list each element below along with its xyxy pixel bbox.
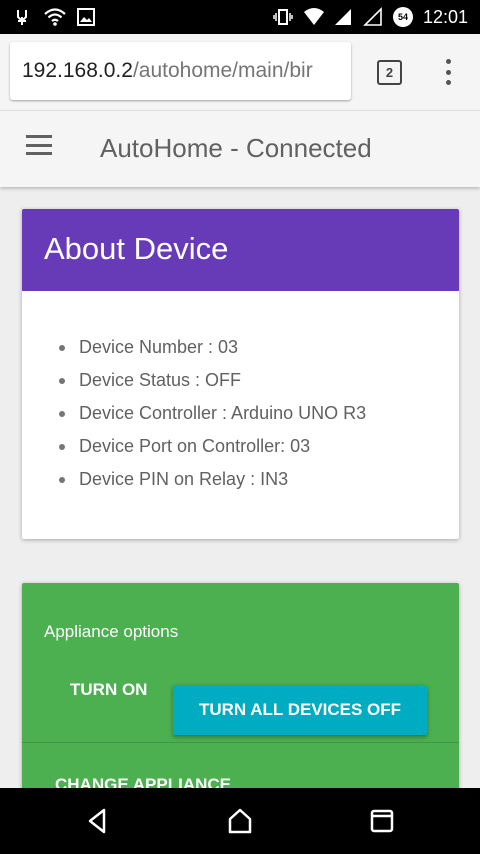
image-icon [76,7,96,27]
device-controller-item: Device Controller : Arduino UNO R3 [59,403,459,436]
device-status-item: Device Status : OFF [59,370,459,403]
navigation-bar [0,788,480,854]
overflow-menu-icon[interactable] [438,56,458,88]
cell-signal-empty-icon [363,7,383,27]
app-title: AutoHome - Connected [100,133,372,163]
device-pin-item: Device PIN on Relay : IN3 [59,469,459,502]
about-device-card: About Device Device Number : 03 Device S… [22,209,459,539]
recents-icon[interactable] [365,804,399,838]
device-number-item: Device Number : 03 [59,337,459,370]
cell-signal-icon [333,7,353,27]
back-icon[interactable] [81,804,115,838]
device-info-list: Device Number : 03 Device Status : OFF D… [22,291,459,502]
vibrate-icon [273,7,293,27]
about-device-title: About Device [22,209,459,291]
hamburger-menu-icon[interactable] [26,135,52,155]
status-bar: 54 12:01 [0,0,480,34]
url-path: /autohome/main/bir [132,59,313,82]
usb-debug-icon [12,7,32,27]
url-host: 192.168.0.2 [22,59,133,82]
url-bar[interactable]: 192.168.0.2/autohome/main/bir [10,42,351,100]
notification-badge: 54 [392,7,413,27]
turn-all-devices-off-button[interactable]: TURN ALL DEVICES OFF [173,685,427,735]
device-port-item: Device Port on Controller: 03 [59,436,459,469]
divider [22,742,459,743]
appliance-options-title: Appliance options [44,622,179,641]
browser-toolbar: 192.168.0.2/autohome/main/bir 2 [0,34,480,110]
wifi-icon [44,7,66,27]
turn-on-button[interactable]: TURN ON [70,680,147,700]
app-header: AutoHome - Connected [0,110,480,187]
tab-switcher-button[interactable]: 2 [377,60,402,85]
status-time: 12:01 [422,6,468,27]
home-icon[interactable] [223,804,257,838]
wifi-signal-icon [303,7,324,27]
